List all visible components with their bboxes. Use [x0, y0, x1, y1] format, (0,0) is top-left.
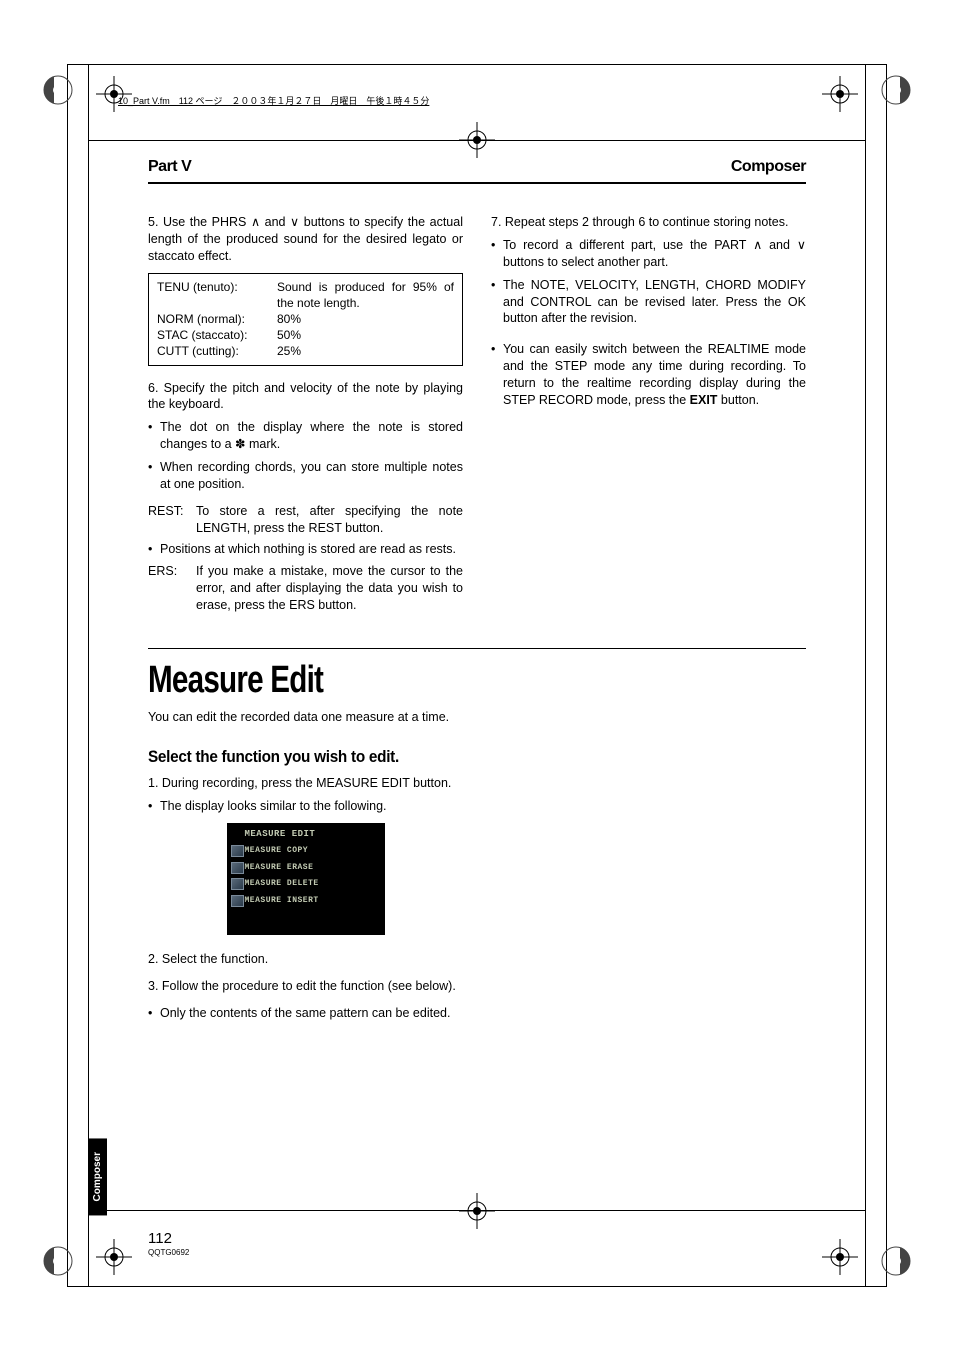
regmark-icon [878, 72, 914, 108]
box-key: STAC (staccato): [157, 327, 277, 343]
box-key: TENU (tenuto): [157, 279, 277, 311]
step-5: 5. Use the PHRS ∧ and ∨ buttons to speci… [148, 214, 463, 265]
section-rule [148, 648, 806, 649]
crop-vline-right [865, 64, 866, 1287]
section-intro: You can edit the recorded data one measu… [148, 710, 806, 724]
regmark-icon [878, 1243, 914, 1279]
column-left: 5. Use the PHRS ∧ and ∨ buttons to speci… [148, 214, 463, 618]
box-val: Sound is produced for 95% of the note le… [277, 279, 454, 311]
crosshair-icon [822, 1239, 858, 1275]
bullet: Positions at which nothing is stored are… [148, 541, 463, 558]
running-head: Part V Composer [148, 158, 806, 184]
bullet: You can easily switch between the REALTI… [491, 341, 806, 409]
side-tab: Composer [88, 1138, 107, 1215]
regmark-icon [40, 1243, 76, 1279]
text: button. [717, 393, 759, 407]
header-right: Composer [731, 158, 806, 176]
column-right: 7. Repeat steps 2 through 6 to continue … [491, 214, 806, 618]
crosshair-icon [459, 122, 495, 158]
bullet: The NOTE, VELOCITY, LENGTH, CHORD MODIFY… [491, 277, 806, 328]
box-key: CUTT (cutting): [157, 343, 277, 359]
rest-definition: REST: To store a rest, after specifying … [148, 503, 463, 537]
box-val: 25% [277, 343, 454, 359]
page-body: Part V Composer 5. Use the PHRS ∧ and ∨ … [148, 158, 806, 1251]
screen-item: MEASURE INSERT [245, 896, 381, 907]
regmark-icon [40, 72, 76, 108]
header-left: Part V [148, 158, 191, 176]
exit-bold: EXIT [690, 393, 718, 407]
section-title: Measure Edit [148, 659, 661, 702]
crop-vline-left [88, 64, 89, 1287]
bullet: The display looks similar to the followi… [148, 798, 463, 815]
bullet: When recording chords, you can store mul… [148, 459, 463, 493]
step-1: 1. During recording, press the MEASURE E… [148, 775, 463, 792]
text: You can easily switch between the REALTI… [503, 342, 806, 407]
screen-item: MEASURE ERASE [245, 863, 381, 874]
crosshair-icon [822, 76, 858, 112]
screen-title: MEASURE EDIT [245, 828, 381, 840]
defn-val: If you make a mistake, move the cursor t… [196, 563, 463, 614]
step-6: 6. Specify the pitch and velocity of the… [148, 380, 463, 414]
bullet: The dot on the display where the note is… [148, 419, 463, 453]
box-val: 80% [277, 311, 454, 327]
lower-columns: Select the function you wish to edit. 1.… [148, 746, 806, 1027]
crosshair-icon [96, 1239, 132, 1275]
step-3: 3. Follow the procedure to edit the func… [148, 978, 463, 995]
column-right-2 [491, 746, 806, 1027]
column-left-2: Select the function you wish to edit. 1.… [148, 746, 463, 1027]
ers-definition: ERS: If you make a mistake, move the cur… [148, 563, 463, 614]
step-7: 7. Repeat steps 2 through 6 to continue … [491, 214, 806, 231]
defn-key: REST: [148, 503, 196, 537]
bullet: Only the contents of the same pattern ca… [148, 1005, 463, 1022]
page-number: 112 [148, 1230, 172, 1247]
doc-code: QQTG0692 [148, 1248, 189, 1257]
upper-columns: 5. Use the PHRS ∧ and ∨ buttons to speci… [148, 214, 806, 618]
box-val: 50% [277, 327, 454, 343]
step-2: 2. Select the function. [148, 951, 463, 968]
slug-line: 10_Part V.fm 112 ページ ２００３年１月２７日 月曜日 午後１時… [118, 94, 429, 107]
box-key: NORM (normal): [157, 311, 277, 327]
phrs-table: TENU (tenuto):Sound is produced for 95% … [148, 273, 463, 366]
lcd-screenshot: MEASURE EDIT MEASURE COPY MEASURE ERASE … [227, 823, 385, 935]
defn-val: To store a rest, after specifying the no… [196, 503, 463, 537]
subsection-title: Select the function you wish to edit. [148, 746, 432, 769]
folio: 112 QQTG0692 [148, 1230, 189, 1257]
defn-key: ERS: [148, 563, 196, 614]
screen-item: MEASURE DELETE [245, 879, 381, 890]
bullet: To record a different part, use the PART… [491, 237, 806, 271]
screen-item: MEASURE COPY [245, 846, 381, 857]
